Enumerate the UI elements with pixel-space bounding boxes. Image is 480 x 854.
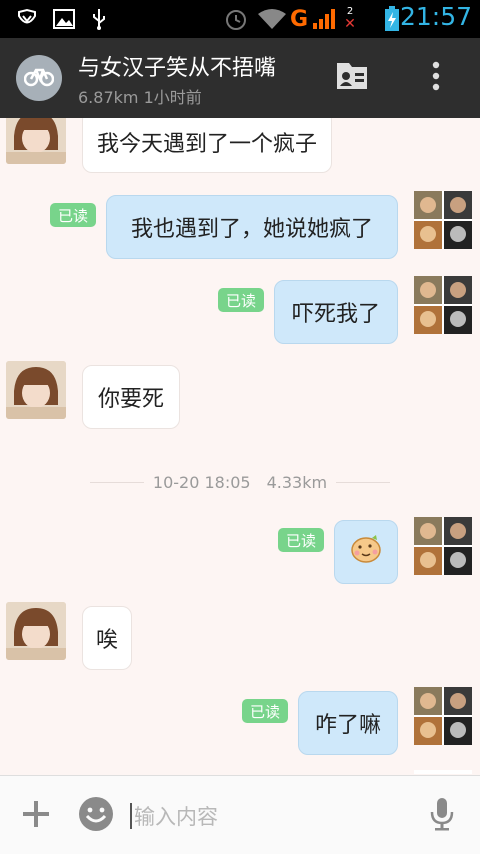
read-badge: 已读 <box>50 203 96 227</box>
message-bubble[interactable]: 你要死 <box>82 365 180 429</box>
message-bubble[interactable]: 咋了嘛 <box>298 691 398 755</box>
emoji-message-bubble[interactable] <box>334 520 398 584</box>
smiley-icon <box>78 796 114 836</box>
g-network-icon: G <box>289 6 309 32</box>
my-avatar-photo[interactable] <box>414 517 472 575</box>
message-bubble[interactable]: 我今天遇到了一个疯子 <box>82 118 333 173</box>
time-divider: 10-20 18:05 4.33km <box>90 470 390 494</box>
text-cursor <box>130 803 132 829</box>
message-list[interactable]: 我今天遇到了一个疯子 已读 我也遇到了，她说她疯了 已读 吓死我了 你要死 10… <box>0 118 480 774</box>
divider-line <box>90 482 144 483</box>
message-input[interactable]: 输入内容 <box>130 798 410 834</box>
more-menu-button[interactable] <box>416 58 456 98</box>
profile-button[interactable] <box>332 58 372 98</box>
my-avatar-photo[interactable] <box>414 276 472 334</box>
add-attachment-button[interactable] <box>16 796 56 836</box>
more-vertical-icon <box>432 61 440 95</box>
message-bubble[interactable]: 吓死我了 <box>274 280 398 344</box>
divider-distance: 4.33km <box>266 472 328 492</box>
voice-input-button[interactable] <box>422 796 462 836</box>
read-badge: 已读 <box>278 528 324 552</box>
image-icon <box>52 6 76 32</box>
chat-header: 与女汉子笑从不捂嘴 6.87km 1小时前 <box>0 38 480 118</box>
divider-line <box>336 482 390 483</box>
chat-title: 与女汉子笑从不捂嘴 <box>78 56 277 81</box>
contact-avatar[interactable] <box>16 55 62 101</box>
input-bar: 输入内容 <box>0 775 480 854</box>
my-avatar-photo[interactable] <box>414 687 472 745</box>
read-badge: 已读 <box>242 699 288 723</box>
profile-card-icon <box>335 61 369 95</box>
shield-icon <box>14 6 40 32</box>
status-bar: G 2 ✕ 21:57 <box>0 0 480 38</box>
contact-avatar-photo[interactable] <box>6 118 66 164</box>
plus-icon <box>21 799 51 833</box>
message-input-placeholder: 输入内容 <box>134 805 218 829</box>
usb-icon <box>88 6 110 32</box>
emoji-button[interactable] <box>76 796 116 836</box>
divider-datetime: 10-20 18:05 <box>152 472 251 492</box>
bicycle-icon <box>23 65 55 91</box>
message-bubble[interactable]: 我也遇到了，她说她疯了 <box>106 195 398 259</box>
clock: 21:57 <box>399 2 472 31</box>
contact-avatar-photo[interactable] <box>6 602 66 660</box>
message-bubble[interactable]: 唉 <box>82 606 132 670</box>
wifi-icon <box>256 6 288 32</box>
read-badge: 已读 <box>218 288 264 312</box>
chat-subtitle: 6.87km 1小时前 <box>78 88 202 107</box>
microphone-icon <box>429 797 455 835</box>
contact-avatar-photo[interactable] <box>6 361 66 419</box>
signal-icon <box>311 6 337 32</box>
alarm-icon <box>223 6 249 32</box>
my-avatar-photo <box>414 770 472 774</box>
cookie-emoji <box>350 534 382 570</box>
no-signal-icon: 2 ✕ <box>344 6 356 32</box>
my-avatar-photo[interactable] <box>414 191 472 249</box>
